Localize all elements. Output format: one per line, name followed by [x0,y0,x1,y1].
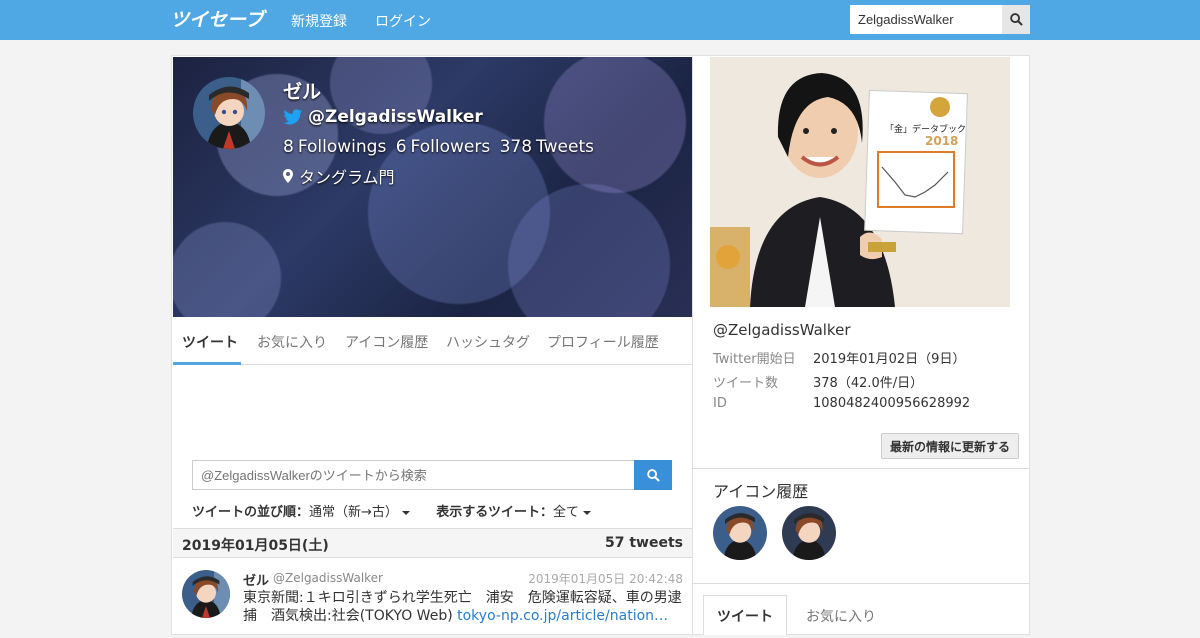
profile-panel: ゼル @ZelgadissWalker 8 Followings 6 Followe… [171,55,693,635]
icon-history-title: アイコン履歴 [713,482,809,501]
tweet-search-input[interactable] [192,460,636,490]
user-search-button[interactable] [1002,5,1030,34]
info-row-id: ID 1080482400956628992 [713,396,971,411]
icon-history-thumb[interactable] [713,506,767,560]
account-handle: @ZelgadissWalker [713,321,851,339]
search-icon [1009,13,1023,26]
tab-icon-history[interactable]: アイコン履歴 [345,332,428,352]
tweets-count: 378 [499,137,533,157]
tweet-item: ゼル @ZelgadissWalker 2019年01月05日 20:42:48… [173,558,693,638]
icon-history-thumb[interactable] [782,506,836,560]
active-tab-indicator [173,362,241,365]
followings-label: Followings [297,137,387,157]
twitter-bird-icon [283,108,303,124]
profile-banner: ゼル @ZelgadissWalker 8 Followings 6 Followe… [173,57,693,317]
tweet-type-dropdown[interactable]: 表示するツイート：全て [436,505,591,520]
sidebar-tab-favorites[interactable]: お気に入り [806,606,876,626]
user-search-input[interactable] [850,5,1002,34]
tweet-link[interactable]: tokyo-np.co.jp/article/nation… [457,608,668,624]
date-group-count: 57 tweets [605,535,683,551]
tweets-label: Tweets [536,137,594,157]
profile-avatar [193,77,265,149]
profile-tabs: ツイート お気に入り アイコン履歴 ハッシュタグ プロフィール履歴 [173,317,693,365]
profile-stats: 8 Followings 6 Followers 378 Tweets [283,137,598,157]
register-link[interactable]: 新規登録 [291,11,347,31]
tweet-author-name: ゼル [243,574,270,589]
followers-count: 6 [395,137,407,157]
profile-handle[interactable]: @ZelgadissWalker [283,107,483,127]
location-text: タングラム門 [299,168,395,187]
search-icon [646,468,660,482]
info-row-tweet-count: ツイート数 378（42.0件/日） [713,376,924,391]
followers-label: Followers [410,137,491,157]
ad-book-year: 2018 [925,134,958,148]
tab-favorites[interactable]: お気に入り [257,332,327,352]
svg-text:ツイセーブ: ツイセーブ [170,9,268,30]
site-logo[interactable]: ツイセーブ [170,8,268,30]
ad-banner[interactable]: 「金」データブック 2018 [710,57,1010,307]
tweet-author-handle[interactable]: @ZelgadissWalker [273,571,383,585]
tweet-filter-row: ツイートの並び順：通常（新→古） 表示するツイート：全て [192,501,591,520]
date-group-date: 2019年01月05日(土) [182,538,329,554]
top-navbar: ツイセーブ 新規登録 ログイン [0,0,1200,40]
tab-hashtags[interactable]: ハッシュタグ [446,332,530,352]
login-link[interactable]: ログイン [375,11,431,31]
sidebar-panel: 「金」データブック 2018 @ZelgadissWalker Twitter開… [692,55,1030,635]
profile-location: タングラム門 [283,164,395,188]
tweet-timestamp[interactable]: 2019年01月05日 20:42:48 [528,570,683,587]
date-group-header: 2019年01月05日(土) 57 tweets [173,528,693,558]
sidebar-tab-tweets[interactable]: ツイート [703,595,787,635]
tab-profile-history[interactable]: プロフィール履歴 [547,332,659,352]
profile-name: ゼル [283,81,322,103]
tweet-text: 東京新聞:１キロ引きずられ学生死亡 浦安 危険運転容疑、車の男逮捕 酒気検出:社… [243,590,682,624]
tweet-search-button[interactable] [634,460,672,490]
tweet-avatar[interactable] [182,570,230,618]
divider [693,468,1029,469]
followings-count: 8 [283,137,294,157]
refresh-info-button[interactable]: 最新の情報に更新する [881,433,1019,459]
map-marker-icon [283,169,293,183]
sort-order-dropdown[interactable]: ツイートの並び順：通常（新→古） [192,505,410,520]
info-row-start-date: Twitter開始日 2019年01月02日（9日） [713,352,966,367]
caret-down-icon [582,510,591,515]
tab-tweets[interactable]: ツイート [182,332,238,352]
profile-handle-text: @ZelgadissWalker [308,107,483,127]
caret-down-icon [401,510,410,515]
divider [693,583,1029,584]
